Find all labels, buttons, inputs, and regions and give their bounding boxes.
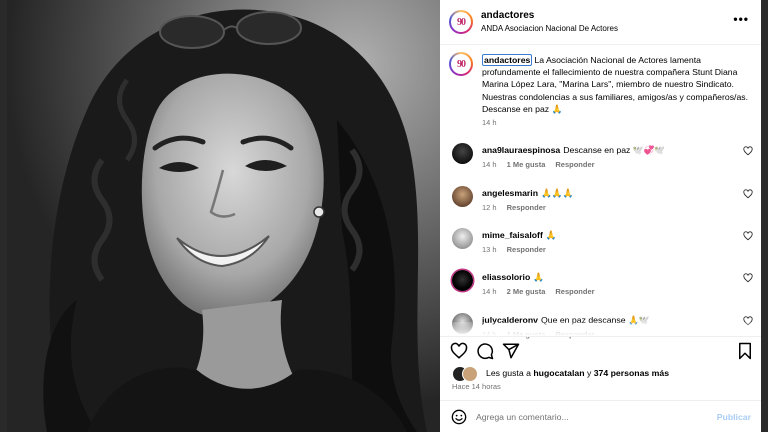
reply-button[interactable]: Responder xyxy=(555,287,594,296)
comment-icon[interactable] xyxy=(476,342,494,360)
account-avatar[interactable]: 90 xyxy=(449,10,473,34)
caption-username[interactable]: andactores xyxy=(482,54,533,66)
comment-text: 🙏 xyxy=(533,272,545,282)
comment-body: ana9lauraespinosa Descanse en paz 🕊️💞🕊️ xyxy=(482,145,737,156)
likes-middle: y xyxy=(586,368,592,378)
caption-logo: 90 xyxy=(451,54,471,74)
likes-text: Les gusta a hugocatalan y 374 personas m… xyxy=(486,368,669,378)
comment-likes[interactable]: 1 Me gusta xyxy=(507,160,546,169)
post-caption: andactores La Asociación Nacional de Acto… xyxy=(482,54,750,115)
comment-time: 13 h xyxy=(482,245,497,254)
heart-icon[interactable] xyxy=(743,146,753,156)
heart-icon[interactable] xyxy=(743,189,753,199)
comment-meta: 12 h Responder xyxy=(482,203,556,212)
comment-username[interactable]: angelesmarin xyxy=(482,188,538,198)
heart-icon[interactable] xyxy=(450,342,468,360)
bookmark-icon[interactable] xyxy=(736,342,754,360)
more-icon[interactable]: ••• xyxy=(733,12,749,26)
comment-body: mime_faisaloff 🙏 xyxy=(482,230,737,241)
comment-item: angelesmarin 🙏🙏🙏 12 h Responder xyxy=(440,186,761,224)
header-username[interactable]: andactores xyxy=(481,10,534,21)
post-photo xyxy=(7,0,440,432)
comment-time: 14 h xyxy=(482,160,497,169)
commenter-avatar[interactable] xyxy=(452,186,473,207)
liker-avatar xyxy=(462,366,478,382)
comment-username[interactable]: ana9lauraespinosa xyxy=(482,145,560,155)
header-subtitle: ANDA Asociacion Nacional De Actores xyxy=(481,24,618,33)
backdrop-right xyxy=(761,0,768,432)
reply-button[interactable]: Responder xyxy=(507,203,546,212)
comments-fade xyxy=(440,322,761,336)
portrait-illustration xyxy=(7,0,440,432)
comment-body: eliassolorio 🙏 xyxy=(482,272,737,283)
reply-button[interactable]: Responder xyxy=(555,160,594,169)
share-icon[interactable] xyxy=(502,342,520,360)
comment-composer: Agrega un comentario... Publicar xyxy=(440,400,761,432)
commenter-avatar[interactable] xyxy=(452,143,473,164)
comment-item: eliassolorio 🙏 14 h 2 Me gusta Responder xyxy=(440,270,761,308)
comment-time: 14 h xyxy=(482,287,497,296)
comment-text: 🙏 xyxy=(545,230,557,240)
comment-item: ana9lauraespinosa Descanse en paz 🕊️💞🕊️ 1… xyxy=(440,143,761,181)
comment-input[interactable]: Agrega un comentario... xyxy=(476,412,569,422)
comment-likes[interactable]: 2 Me gusta xyxy=(507,287,546,296)
likes-count[interactable]: 374 personas más xyxy=(594,368,669,378)
action-bar xyxy=(440,336,761,365)
comment-item: mime_faisaloff 🙏 13 h Responder xyxy=(440,228,761,266)
emoji-icon[interactable] xyxy=(451,409,467,425)
comment-meta: 14 h 1 Me gusta Responder xyxy=(482,160,605,169)
backdrop-left xyxy=(0,0,7,432)
reply-button[interactable]: Responder xyxy=(507,245,546,254)
post-timestamp: Hace 14 horas xyxy=(452,382,501,391)
heart-icon[interactable] xyxy=(743,273,753,283)
account-logo: 90 xyxy=(451,12,471,32)
commenter-avatar[interactable] xyxy=(452,270,473,291)
commenter-avatar[interactable] xyxy=(452,228,473,249)
comment-body: angelesmarin 🙏🙏🙏 xyxy=(482,188,737,199)
heart-icon[interactable] xyxy=(743,231,753,241)
comment-meta: 13 h Responder xyxy=(482,245,556,254)
comment-username[interactable]: eliassolorio xyxy=(482,272,530,282)
comment-time: 12 h xyxy=(482,203,497,212)
comment-meta: 14 h 2 Me gusta Responder xyxy=(482,287,605,296)
publish-button[interactable]: Publicar xyxy=(717,412,751,422)
liker-username[interactable]: hugocatalan xyxy=(533,368,584,378)
post-side-panel: 90 andactores ANDA Asociacion Nacional D… xyxy=(440,0,761,432)
post-header: 90 andactores ANDA Asociacion Nacional D… xyxy=(440,0,761,45)
caption-time: 14 h xyxy=(482,118,497,127)
comment-text: 🙏🙏🙏 xyxy=(541,188,574,198)
comment-text: Descanse en paz 🕊️💞🕊️ xyxy=(563,145,666,155)
likes-prefix: Les gusta a xyxy=(486,368,531,378)
caption-avatar[interactable]: 90 xyxy=(449,52,473,76)
comment-username[interactable]: mime_faisaloff xyxy=(482,230,543,240)
